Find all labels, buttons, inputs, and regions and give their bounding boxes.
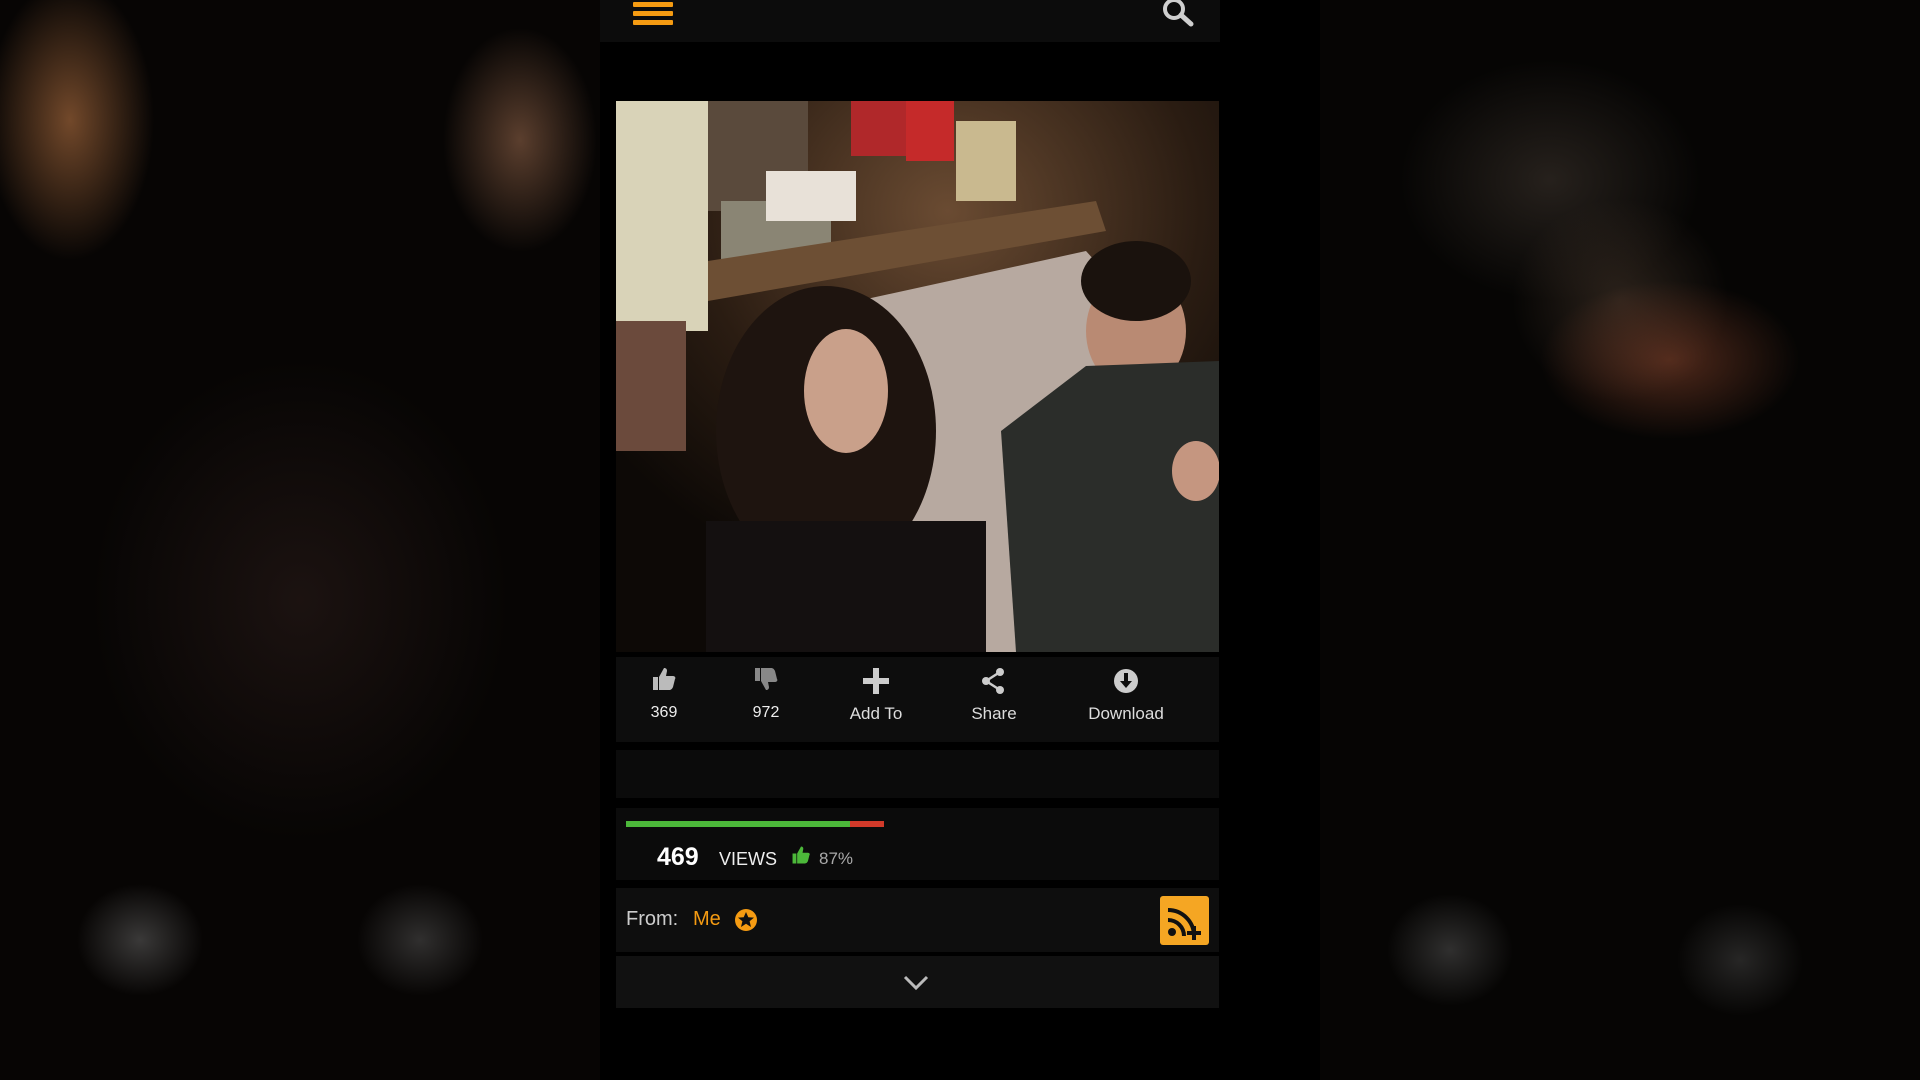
video-player[interactable]	[616, 101, 1219, 652]
thumbs-up-icon	[653, 668, 676, 690]
download-label: Download	[1088, 704, 1164, 723]
plus-icon	[863, 668, 889, 694]
uploader-name-link[interactable]: Me	[693, 908, 721, 931]
chevron-down-icon	[903, 975, 929, 991]
expand-details-button[interactable]	[616, 956, 1219, 1008]
like-count: 369	[650, 704, 678, 721]
star-badge-icon	[735, 909, 757, 931]
top-bar	[600, 0, 1220, 42]
like-button[interactable]: 369	[644, 667, 684, 722]
share-icon	[982, 668, 1004, 694]
empty-panel	[616, 750, 1219, 798]
video-actions-bar: 369 972 Add To Share Download	[616, 657, 1219, 742]
rating-bar-fill	[626, 821, 851, 827]
add-to-button[interactable]: Add To	[841, 667, 911, 724]
share-button[interactable]: Share	[964, 667, 1024, 724]
add-to-label: Add To	[849, 704, 903, 723]
uploader-row: From: Me	[616, 888, 1219, 952]
rating-bar	[626, 821, 884, 827]
subscribe-button[interactable]	[1160, 896, 1209, 945]
download-button[interactable]: Download	[1081, 667, 1171, 724]
hamburger-menu-icon[interactable]	[633, 2, 673, 26]
dislike-count: 972	[752, 704, 780, 721]
view-count: 469	[657, 843, 699, 871]
thumbs-up-icon	[792, 846, 810, 864]
thumbs-down-icon	[755, 668, 778, 690]
uploader-name: Me	[693, 908, 721, 930]
share-label: Share	[971, 704, 1017, 723]
rating-percent: 87%	[819, 849, 854, 868]
search-icon[interactable]	[1160, 0, 1196, 28]
blurred-backdrop-right	[1320, 0, 1920, 1080]
phone-screen: 369 972 Add To Share Download 469 VIEWS …	[600, 0, 1320, 1080]
views-label: VIEWS	[719, 849, 778, 869]
blurred-backdrop-left	[0, 0, 600, 1080]
video-stats: 469 VIEWS 87%	[616, 808, 1219, 880]
video-frame	[616, 101, 1219, 652]
download-icon	[1114, 669, 1138, 693]
dislike-button[interactable]: 972	[746, 667, 786, 722]
from-label: From:	[626, 908, 679, 930]
subscribe-rss-icon	[1167, 908, 1201, 940]
